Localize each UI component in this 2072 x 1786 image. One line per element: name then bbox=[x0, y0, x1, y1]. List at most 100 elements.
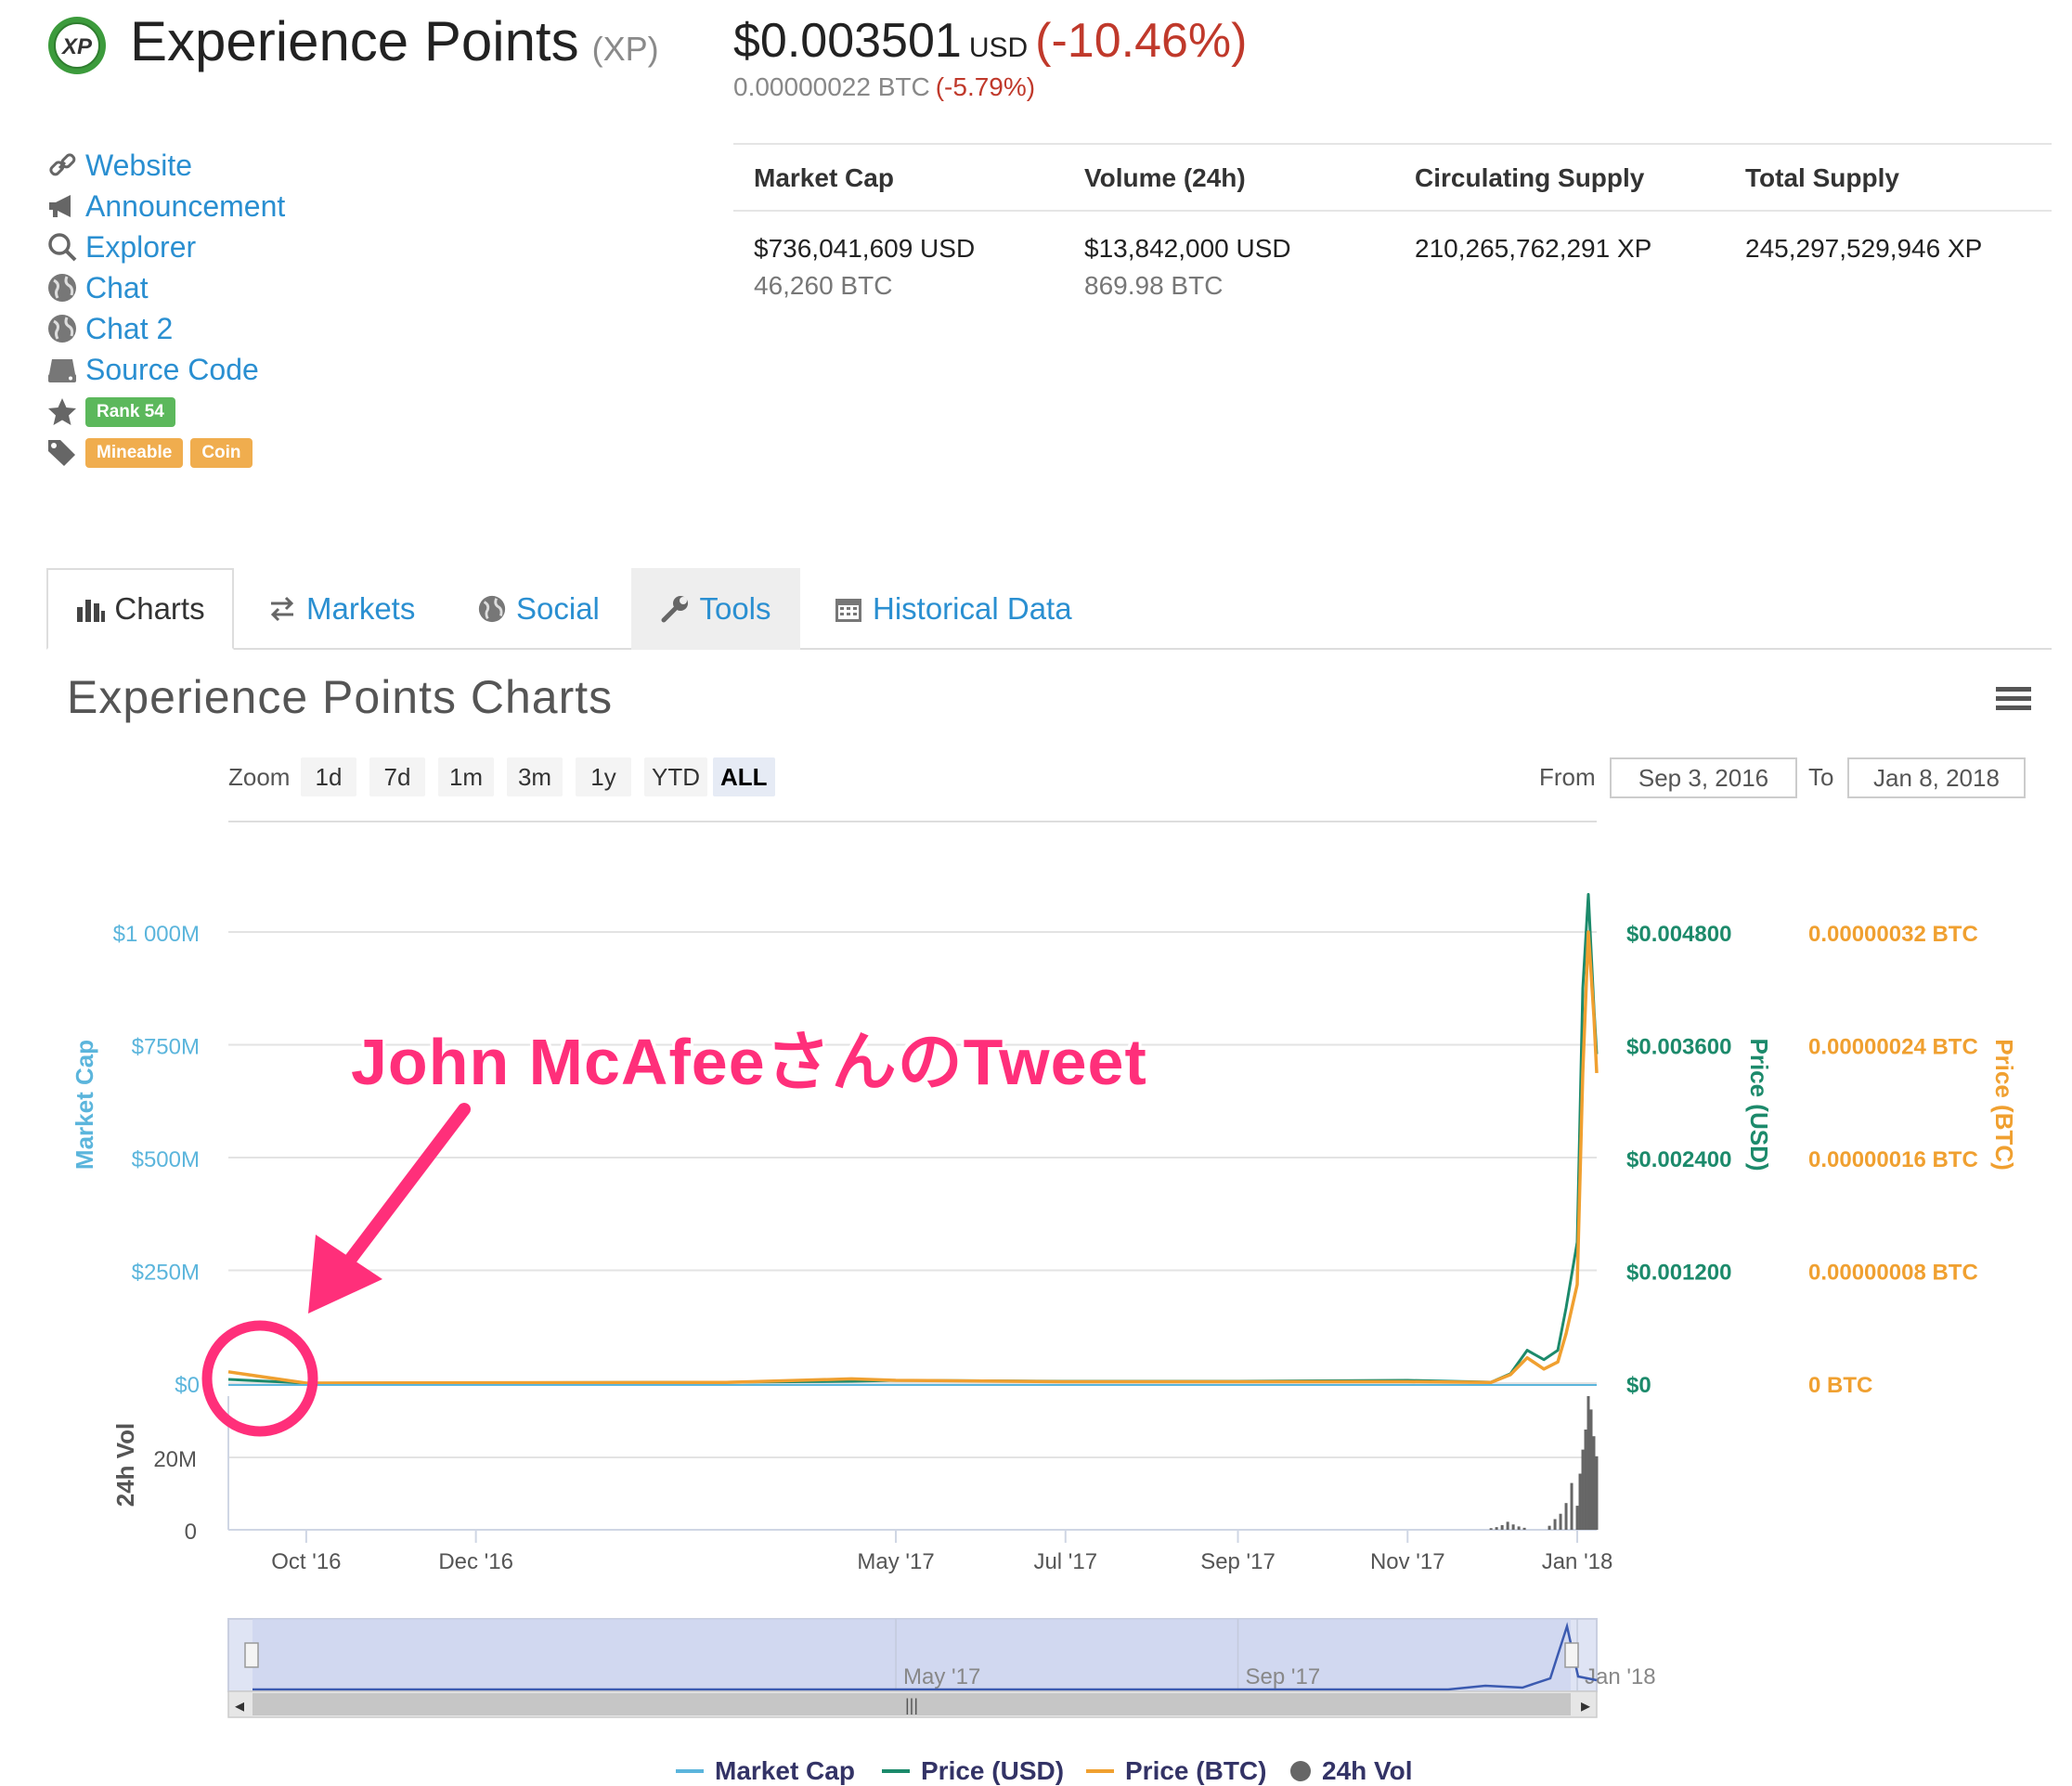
tab-charts[interactable]: Charts bbox=[46, 568, 234, 650]
bar-chart-icon bbox=[77, 600, 106, 622]
volume-bar bbox=[1595, 1456, 1599, 1530]
legend-price-btc[interactable]: Price (BTC) bbox=[1086, 1756, 1266, 1786]
sidebar-link-source-code[interactable]: Source Code bbox=[46, 351, 259, 388]
zoom-ytd-button[interactable]: YTD bbox=[644, 757, 707, 796]
stats-divider bbox=[733, 210, 2052, 212]
sidebar-link-website[interactable]: Website bbox=[46, 147, 192, 184]
tag-badge[interactable]: Mineable bbox=[85, 438, 184, 468]
navigator-tick-label: Sep '17 bbox=[1246, 1664, 1321, 1689]
x-tick-label: Nov '17 bbox=[1370, 1549, 1445, 1574]
tab-label: Markets bbox=[306, 591, 416, 626]
x-tick-label: Jul '17 bbox=[1033, 1549, 1097, 1574]
navigator[interactable]: May '17 Sep '17 Jan '18 ◂ ▸ ||| bbox=[227, 1618, 1656, 1718]
navigator-tick-label: May '17 bbox=[903, 1664, 980, 1689]
tab-historical-data[interactable]: Historical Data bbox=[834, 568, 1072, 650]
price-usd-tick-label: $0.003600 bbox=[1626, 1035, 1731, 1060]
stat-header-total: Total Supply bbox=[1745, 163, 1899, 192]
volume-tick-label: 20M bbox=[153, 1447, 197, 1472]
volume-bar bbox=[1586, 1396, 1590, 1530]
volume-bar bbox=[1570, 1482, 1573, 1530]
sidebar-link-label: Explorer bbox=[85, 229, 197, 264]
price-btc: 0.00000022 BTC (-5.79%) bbox=[733, 72, 1035, 102]
tab-label: Charts bbox=[114, 591, 205, 626]
globe-icon bbox=[48, 274, 76, 302]
sidebar-link-label: Website bbox=[85, 148, 193, 182]
volume-btc: 869.98 BTC bbox=[1084, 271, 1224, 300]
x-axis: Oct '16 Dec '16 May '17 Jul '17 Sep '17 Nov '… bbox=[271, 1530, 1612, 1574]
price-btc-tick-label: 0 BTC bbox=[1808, 1373, 1872, 1398]
rank-badge: Rank 54 bbox=[85, 397, 175, 427]
legend-label: Price (BTC) bbox=[1125, 1756, 1267, 1785]
to-date-input[interactable]: Jan 8, 2018 bbox=[1847, 757, 2026, 798]
tab-markets[interactable]: Markets bbox=[267, 568, 415, 650]
market-cap-tick-label: $500M bbox=[132, 1147, 200, 1172]
price-btc-axis-title: Price (BTC) bbox=[1990, 1039, 2018, 1171]
zoom-7d-button[interactable]: 7d bbox=[369, 757, 425, 796]
zoom-label: Zoom bbox=[228, 763, 291, 791]
exchange-icon bbox=[270, 596, 294, 622]
hamburger-menu-icon[interactable] bbox=[1996, 685, 2031, 713]
volume-bar bbox=[1578, 1473, 1582, 1530]
volume-bar bbox=[1575, 1506, 1579, 1530]
tag-icon bbox=[48, 440, 75, 466]
zoom-1m-button[interactable]: 1m bbox=[438, 757, 494, 796]
scroll-right-arrow-icon: ▸ bbox=[1581, 1696, 1590, 1716]
zoom-1d-button[interactable]: 1d bbox=[301, 757, 356, 796]
star-icon bbox=[48, 398, 76, 425]
tags-row: Mineable Coin bbox=[46, 434, 260, 472]
legend-market-cap[interactable]: Market Cap bbox=[676, 1756, 855, 1786]
annotation-circle bbox=[201, 1320, 318, 1437]
price-usd-axis-title: Price (USD) bbox=[1745, 1038, 1773, 1171]
sidebar-link-chat[interactable]: Chat bbox=[46, 269, 149, 306]
market-cap-tick-label: $1 000M bbox=[113, 922, 200, 947]
navigator-tick-label: Jan '18 bbox=[1585, 1664, 1656, 1689]
link-icon bbox=[49, 153, 76, 176]
market-cap-tick-label: $250M bbox=[132, 1261, 200, 1286]
annotation-arrow-head bbox=[308, 1235, 382, 1314]
chart-title: Experience Points Charts bbox=[67, 671, 614, 723]
volume-bar bbox=[1553, 1519, 1557, 1530]
price-btc-tick-label: 0.00000008 BTC bbox=[1808, 1261, 1978, 1286]
tab-label: Social bbox=[516, 591, 600, 626]
volume-bars bbox=[1489, 1396, 1599, 1530]
tab-social[interactable]: Social bbox=[477, 568, 600, 650]
volume-bar bbox=[1511, 1524, 1515, 1530]
xp-logo-icon: XP bbox=[48, 17, 106, 74]
volume-usd: $13,842,000 USD bbox=[1084, 234, 1291, 263]
volume-bar bbox=[1495, 1527, 1498, 1530]
volume-bar bbox=[1500, 1524, 1504, 1530]
x-tick-label: Oct '16 bbox=[271, 1549, 341, 1574]
sidebar-link-label: Announcement bbox=[85, 188, 286, 223]
legend-label: 24h Vol bbox=[1322, 1756, 1413, 1785]
stat-header-circulating: Circulating Supply bbox=[1415, 163, 1645, 192]
zoom-3m-button[interactable]: 3m bbox=[507, 757, 563, 796]
sidebar-link-label: Chat 2 bbox=[85, 311, 174, 345]
circulating-supply: 210,265,762,291 XP bbox=[1415, 234, 1652, 263]
volume-bar bbox=[1584, 1430, 1587, 1530]
volume-bar bbox=[1517, 1526, 1521, 1530]
legend-24h-vol[interactable]: 24h Vol bbox=[1290, 1756, 1413, 1786]
x-tick-label: Sep '17 bbox=[1200, 1549, 1276, 1574]
legend-price-usd[interactable]: Price (USD) bbox=[882, 1756, 1064, 1786]
price-chart: $0 $250M $500M $750M $1 000M Market Cap $0 $0.… bbox=[71, 821, 2018, 1718]
tab-tools[interactable]: Tools bbox=[631, 568, 800, 650]
sidebar-link-chat-2[interactable]: Chat 2 bbox=[46, 310, 173, 347]
from-date-input[interactable]: Sep 3, 2016 bbox=[1610, 757, 1797, 798]
hdd-icon bbox=[48, 359, 76, 382]
volume-bar bbox=[1592, 1436, 1596, 1530]
price-usd-axis: $0 $0.001200 $0.002400 $0.003600 $0.004800 Pr… bbox=[1626, 922, 1773, 1398]
zoom-1y-button[interactable]: 1y bbox=[576, 757, 631, 796]
price-btc-change: (-5.79%) bbox=[935, 72, 1036, 101]
svg-text:XP: XP bbox=[60, 34, 93, 59]
to-label: To bbox=[1808, 763, 1834, 791]
sidebar-link-announcement[interactable]: Announcement bbox=[46, 188, 285, 225]
price-usd-tick-label: $0.002400 bbox=[1626, 1147, 1731, 1172]
tag-badge[interactable]: Coin bbox=[190, 438, 253, 468]
volume-bar bbox=[1489, 1528, 1493, 1530]
sidebar-link-explorer[interactable]: Explorer bbox=[46, 228, 196, 265]
x-tick-label: May '17 bbox=[857, 1549, 934, 1574]
zoom-all-button[interactable]: ALL bbox=[713, 757, 775, 796]
price-btc-value: 0.00000022 BTC bbox=[733, 72, 930, 101]
stat-header-market-cap: Market Cap bbox=[754, 163, 894, 192]
sidebar-link-label: Chat bbox=[85, 270, 149, 304]
